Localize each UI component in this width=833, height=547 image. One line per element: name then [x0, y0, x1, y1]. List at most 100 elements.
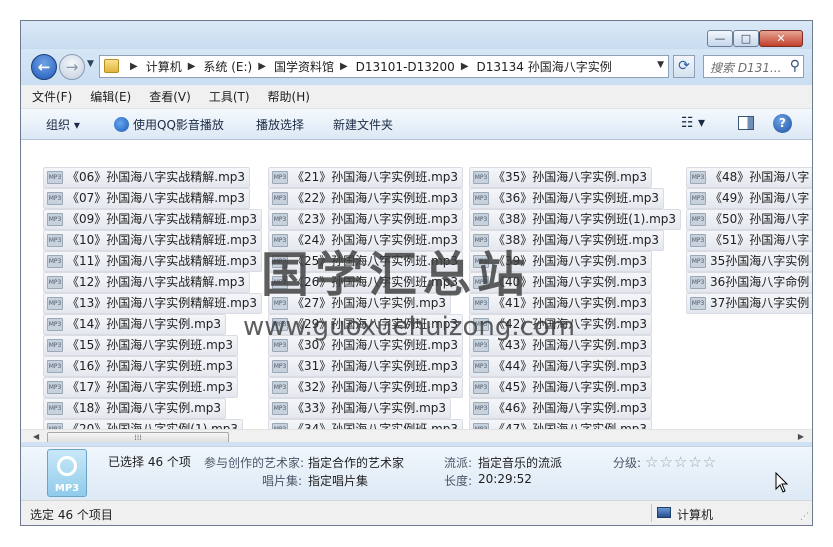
horizontal-scrollbar[interactable]: ◀ ⁞⁞⁞ ▶ [21, 429, 812, 442]
file-item[interactable]: MP3 《10》孙国海八字实战精解班.mp3 [43, 230, 263, 251]
mp3-icon: MP3 [272, 402, 288, 415]
search-input[interactable]: 搜索 D131... ⚲ [703, 55, 804, 78]
command-bar: 组织 ▾ 使用QQ影音播放 播放选择 新建文件夹 ☷ ▾ ? [21, 109, 812, 140]
minimize-button[interactable]: — [707, 30, 733, 47]
file-item[interactable]: MP3 《12》孙国海八字实战精解.mp3 [43, 272, 251, 293]
navigation-bar: ← → ▼ ▶ 计算机 ▶ 系统 (E:) ▶ 国学资料馆 ▶ D13101-D… [21, 49, 812, 85]
file-item[interactable]: MP3 《11》孙国海八字实战精解班.mp3 [43, 251, 263, 272]
search-placeholder: 搜索 D131... [710, 61, 782, 75]
file-item[interactable]: MP3 《22》孙国海八字实例班.mp3 [268, 188, 464, 209]
back-arrow-icon[interactable]: ← [31, 54, 57, 80]
computer-icon [657, 507, 671, 518]
file-item[interactable]: MP3 《46》孙国海八字实例.mp3 [469, 398, 653, 419]
mp3-icon: MP3 [47, 234, 63, 247]
address-bar[interactable]: ▶ 计算机 ▶ 系统 (E:) ▶ 国学资料馆 ▶ D13101-D13200 … [99, 55, 669, 78]
breadcrumb-separator-icon[interactable]: ▶ [340, 61, 348, 72]
maximize-button[interactable]: □ [733, 30, 759, 47]
breadcrumb-computer[interactable]: 计算机 [146, 58, 182, 75]
new-folder-button[interactable]: 新建文件夹 [333, 116, 393, 133]
status-selection-text: 选定 46 个项目 [30, 508, 113, 522]
file-name: 35孙国海八字实例 [710, 254, 810, 268]
mp3-icon: MP3 [690, 213, 706, 226]
mp3-icon: MP3 [47, 255, 63, 268]
selected-count: 已选择 46 个项 [108, 455, 191, 469]
file-name: 37孙国海八字实例 [710, 296, 810, 310]
file-item[interactable]: MP3 《07》孙国海八字实战精解.mp3 [43, 188, 251, 209]
help-icon[interactable]: ? [773, 114, 792, 133]
menu-file[interactable]: 文件(F) [32, 88, 72, 105]
file-item[interactable]: MP3 《35》孙国海八字实例.mp3 [469, 167, 653, 188]
file-name: 《18》孙国海八字实例.mp3 [67, 401, 222, 415]
explorer-window: — □ ✕ ← → ▼ ▶ 计算机 ▶ 系统 (E:) ▶ 国学资料馆 ▶ D1… [20, 20, 813, 526]
breadcrumb-separator-icon[interactable]: ▶ [188, 61, 196, 72]
file-item[interactable]: MP3 《32》孙国海八字实例班.mp3 [268, 377, 464, 398]
file-item[interactable]: MP3 《23》孙国海八字实例班.mp3 [268, 209, 464, 230]
file-item[interactable]: MP3 《33》孙国海八字实例.mp3 [268, 398, 452, 419]
menu-tools[interactable]: 工具(T) [209, 88, 250, 105]
file-item[interactable]: MP3 《38》孙国海八字实例班(1).mp3 [469, 209, 682, 230]
file-item[interactable]: MP3 《14》孙国海八字实例.mp3 [43, 314, 227, 335]
forward-arrow-icon[interactable]: → [59, 54, 85, 80]
file-item[interactable]: MP3 《44》孙国海八字实例.mp3 [469, 356, 653, 377]
close-button[interactable]: ✕ [759, 30, 803, 47]
file-item[interactable]: MP3 《51》孙国海八字 [686, 230, 812, 251]
file-item[interactable]: MP3 《16》孙国海八字实例班.mp3 [43, 356, 239, 377]
file-name: 《50》孙国海八字 [710, 212, 810, 226]
file-item[interactable]: MP3 《31》孙国海八字实例班.mp3 [268, 356, 464, 377]
breadcrumb-separator-icon[interactable]: ▶ [461, 61, 469, 72]
breadcrumb-separator-icon[interactable]: ▶ [130, 61, 138, 72]
resize-grip-icon[interactable]: ⋰ [800, 512, 809, 522]
organize-button[interactable]: 组织 ▾ [46, 116, 80, 133]
change-view-icon[interactable]: ☷ ▾ [681, 115, 705, 131]
file-item[interactable]: MP3 《15》孙国海八字实例班.mp3 [43, 335, 239, 356]
file-name: 《33》孙国海八字实例.mp3 [292, 401, 447, 415]
address-dropdown-icon[interactable]: ▼ [657, 60, 664, 70]
file-item[interactable]: MP3 《45》孙国海八字实例.mp3 [469, 377, 653, 398]
breadcrumb-library[interactable]: 国学资料馆 [274, 58, 334, 75]
rating-stars[interactable]: ☆☆☆☆☆ [645, 453, 717, 471]
file-item[interactable]: MP3 《50》孙国海八字 [686, 209, 812, 230]
file-item[interactable]: MP3 35孙国海八字实例 [686, 251, 812, 272]
file-item[interactable]: MP3 《36》孙国海八字实例班.mp3 [469, 188, 665, 209]
rating-label: 分级: [613, 456, 642, 470]
file-item[interactable]: MP3 《13》孙国海八字实例精解班.mp3 [43, 293, 263, 314]
file-item[interactable]: MP3 《48》孙国海八字 [686, 167, 812, 188]
scrollbar-thumb[interactable]: ⁞⁞⁞ [47, 432, 229, 442]
file-item[interactable]: MP3 36孙国海八字命例 [686, 272, 812, 293]
file-name: 《13》孙国海八字实例精解班.mp3 [67, 296, 258, 310]
file-name: 《09》孙国海八字实战精解班.mp3 [67, 212, 258, 226]
file-name: 《48》孙国海八字 [710, 170, 810, 184]
menu-view[interactable]: 查看(V) [149, 88, 191, 105]
file-item[interactable]: MP3 《09》孙国海八字实战精解班.mp3 [43, 209, 263, 230]
qq-play-button[interactable]: 使用QQ影音播放 [114, 116, 224, 133]
file-item[interactable]: MP3 《21》孙国海八字实例班.mp3 [268, 167, 464, 188]
file-name: 《17》孙国海八字实例班.mp3 [67, 380, 234, 394]
refresh-icon[interactable]: ⟳ [673, 55, 695, 78]
album-value[interactable]: 指定唱片集 [308, 472, 368, 489]
file-item[interactable]: MP3 37孙国海八字实例 [686, 293, 812, 314]
title-bar[interactable]: — □ ✕ [21, 21, 812, 49]
breadcrumb-drive[interactable]: 系统 (E:) [203, 58, 252, 75]
file-name: 《22》孙国海八字实例班.mp3 [292, 191, 459, 205]
mp3-icon: MP3 [690, 171, 706, 184]
file-item[interactable]: MP3 《17》孙国海八字实例班.mp3 [43, 377, 239, 398]
breadcrumb-separator-icon[interactable]: ▶ [258, 61, 266, 72]
preview-pane-icon[interactable] [738, 116, 754, 130]
search-icon[interactable]: ⚲ [790, 58, 800, 74]
file-item[interactable]: MP3 《18》孙国海八字实例.mp3 [43, 398, 227, 419]
scroll-left-icon[interactable]: ◀ [33, 432, 39, 441]
watermark-title: 国学汇总站 [261, 247, 532, 303]
breadcrumb-current-folder[interactable]: D13134 孙国海八字实例 [477, 58, 612, 75]
menu-help[interactable]: 帮助(H) [268, 88, 310, 105]
breadcrumb-range[interactable]: D13101-D13200 [356, 60, 455, 74]
genre-value[interactable]: 指定音乐的流派 [478, 454, 562, 471]
menu-edit[interactable]: 编辑(E) [90, 88, 131, 105]
artist-value[interactable]: 指定合作的艺术家 [308, 454, 404, 471]
scroll-right-icon[interactable]: ▶ [798, 432, 804, 441]
recent-pages-chevron-icon[interactable]: ▼ [87, 59, 94, 69]
play-selection-button[interactable]: 播放选择 [256, 116, 304, 133]
file-item[interactable]: MP3 《06》孙国海八字实战精解.mp3 [43, 167, 251, 188]
status-location-text: 计算机 [677, 508, 714, 522]
file-item[interactable]: MP3 《49》孙国海八字 [686, 188, 812, 209]
mp3-icon: MP3 [690, 192, 706, 205]
